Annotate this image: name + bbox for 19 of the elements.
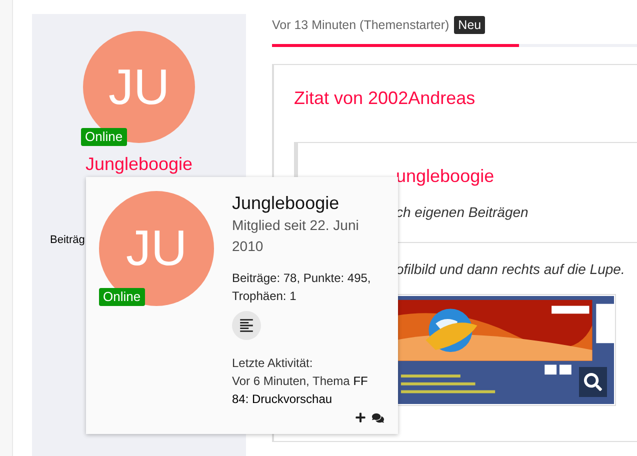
activity-label: Letzte Aktivität: [232,355,314,372]
search-icon [584,373,602,391]
new-badge: Neu [454,16,486,34]
add-icon[interactable] [355,412,366,423]
zoom-overlay[interactable] [579,367,607,397]
activity-text: Vor 6 Minuten, Thema FF 84: Druckvorschau [232,373,369,408]
align-left-button[interactable] [232,311,261,340]
quote-title: ungleboogie [396,165,496,188]
quote-title: Zitat von 2002Andreas [294,87,476,110]
username-link[interactable]: Jungleboogie [85,151,193,178]
status-badge: Online [81,128,127,146]
profile-name[interactable]: Jungleboogie [232,191,382,215]
profile-stats: Beiträge: 78, Punkte: 495, Trophäen: 1 [232,270,372,305]
comments-icon[interactable] [372,412,384,424]
status-badge: Online [99,288,145,306]
align-left-icon [238,317,255,334]
stats-label: Beiträg [50,234,85,247]
post-meta: Vor 13 Minuten (Themenstarter) [272,16,450,34]
member-since: Mitglied seit 22. Juni 2010 [232,216,360,256]
